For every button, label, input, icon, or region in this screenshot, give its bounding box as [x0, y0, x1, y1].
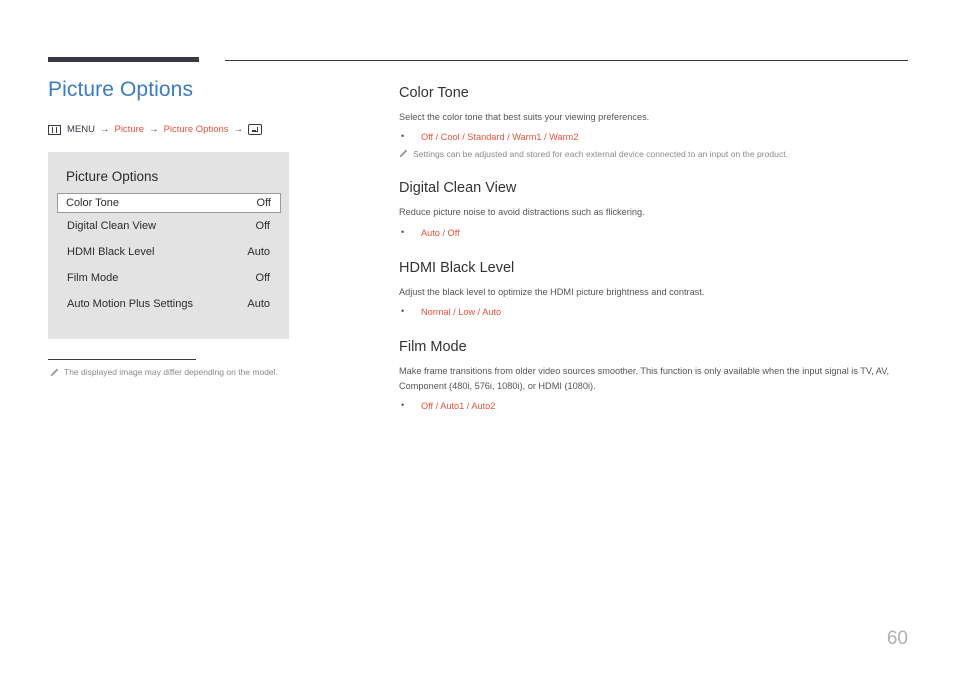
section-description: Adjust the black level to optimize the H… [399, 286, 705, 297]
osd-row-film-mode[interactable]: Film Mode Off [49, 265, 288, 291]
page-number: 60 [886, 628, 908, 649]
section-hdmi-black-level: HDMI Black Level Adjust the black level … [399, 260, 909, 320]
section-film-mode: Film Mode Make frame transitions from ol… [399, 339, 909, 413]
section-options-row: Off / Cool / Standard / Warm1 / Warm2 [399, 130, 909, 144]
section-note: Settings can be adjusted and stored for … [399, 148, 909, 161]
osd-panel-title: Picture Options [66, 169, 159, 184]
section-description: Select the color tone that best suits yo… [399, 112, 650, 122]
section-note-text: Settings can be adjusted and stored for … [413, 148, 789, 159]
osd-row-auto-motion-plus-settings[interactable]: Auto Motion Plus Settings Auto [49, 291, 288, 317]
osd-row-value: Auto [247, 298, 270, 310]
section-options: Off / Cool / Standard / Warm1 / Warm2 [421, 132, 579, 143]
section-description: Make frame transitions from older video … [399, 366, 890, 391]
right-column: Color Tone Select the color tone that be… [399, 85, 909, 416]
osd-row-label: HDMI Black Level [67, 246, 155, 258]
breadcrumb-arrow-1: → [99, 124, 110, 135]
osd-row-color-tone[interactable]: Color Tone Off [57, 193, 281, 213]
osd-row-label: Film Mode [67, 272, 119, 284]
osd-menu-panel: Picture Options Color Tone Off Digital C… [48, 152, 289, 339]
section-options-row: Normal / Low / Auto [399, 305, 909, 319]
section-options-row: Auto / Off [399, 226, 909, 240]
breadcrumb-menu-label: MENU [67, 124, 95, 135]
osd-row-label: Auto Motion Plus Settings [67, 298, 193, 310]
osd-row-label: Digital Clean View [67, 220, 157, 232]
bullet-icon [399, 399, 421, 413]
section-options: Normal / Low / Auto [421, 307, 502, 318]
osd-row-value: Off [256, 197, 271, 209]
left-column: Picture Options MENU → Picture → Picture… [48, 78, 348, 377]
bullet-icon [399, 130, 421, 144]
bullet-icon [399, 226, 421, 240]
header-rule-thick [48, 57, 199, 62]
osd-row-label: Color Tone [66, 197, 119, 209]
section-description: Reduce picture noise to avoid distractio… [399, 207, 645, 218]
section-title: HDMI Black Level [399, 259, 515, 276]
pencil-icon [50, 368, 59, 377]
pencil-icon [399, 149, 408, 158]
osd-row-value: Auto [247, 246, 270, 258]
bullet-icon [399, 305, 421, 319]
footnote: The displayed image may differ depending… [48, 367, 348, 377]
section-digital-clean-view: Digital Clean View Reduce picture noise … [399, 180, 909, 240]
page-title: Picture Options [48, 78, 194, 101]
footnote-text: The displayed image may differ depending… [64, 367, 278, 377]
osd-row-value: Off [255, 272, 270, 284]
header-rule-thin [225, 60, 908, 61]
breadcrumb-item-picture[interactable]: Picture [114, 124, 144, 135]
enter-key-icon [248, 124, 263, 135]
section-color-tone: Color Tone Select the color tone that be… [399, 85, 909, 160]
breadcrumb: MENU → Picture → Picture Options → [48, 124, 348, 135]
menu-icon [48, 124, 61, 135]
osd-row-value: Off [255, 220, 270, 232]
section-options: Auto / Off [421, 227, 460, 238]
breadcrumb-arrow-2: → [149, 124, 159, 135]
section-title: Color Tone [399, 85, 469, 101]
section-title: Film Mode [399, 339, 467, 356]
osd-row-digital-clean-view[interactable]: Digital Clean View Off [49, 213, 288, 239]
breadcrumb-item-picture-options[interactable]: Picture Options [164, 124, 229, 135]
section-options-row: Off / Auto1 / Auto2 [399, 399, 909, 413]
breadcrumb-arrow-3: → [233, 124, 244, 135]
section-title: Digital Clean View [399, 180, 517, 197]
section-options: Off / Auto1 / Auto2 [421, 400, 496, 411]
footnote-divider [48, 359, 196, 360]
osd-row-hdmi-black-level[interactable]: HDMI Black Level Auto [49, 239, 288, 265]
